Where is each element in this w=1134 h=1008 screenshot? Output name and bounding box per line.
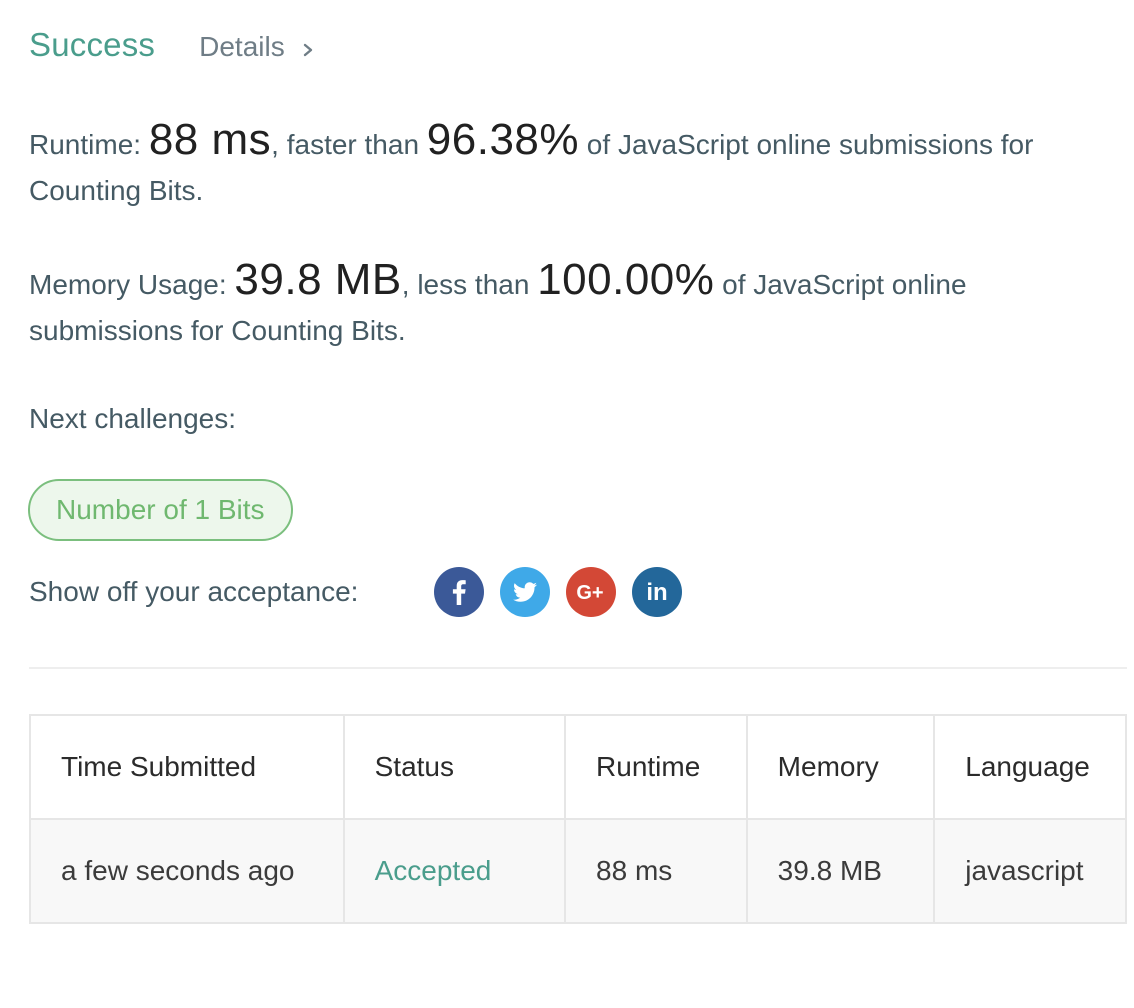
runtime-label: Runtime: [29,129,149,160]
memory-connector: , less than [401,269,538,300]
runtime-stat: Runtime: 88 ms, faster than 96.38% of Ja… [29,117,1109,214]
memory-stat: Memory Usage: 39.8 MB, less than 100.00%… [29,257,1109,354]
runtime-percent: 96.38% [426,115,580,164]
column-header-runtime: Runtime [564,714,748,820]
divider [29,667,1127,669]
cell-runtime: 88 ms [564,818,748,924]
memory-percent: 100.00% [537,255,715,304]
details-link[interactable]: Details [199,31,319,63]
facebook-icon[interactable] [434,567,484,617]
column-header-status: Status [342,714,567,820]
submission-result-page: Success Details Runtime: 88 ms, faster t… [0,0,1134,1008]
next-challenges-label: Next challenges: [29,403,237,434]
column-header-time-submitted: Time Submitted [29,714,345,820]
table-row: a few seconds ago Accepted 88 ms 39.8 MB… [29,818,1127,924]
cell-time-submitted: a few seconds ago [29,818,345,924]
share-row: Show off your acceptance: G+ in [29,566,698,618]
result-status-title: Success [29,26,156,63]
cell-language: javascript [933,818,1127,924]
submissions-table: Time Submitted Status Runtime Memory Lan… [29,714,1127,924]
linkedin-icon[interactable]: in [632,567,682,617]
svg-text:in: in [646,579,667,606]
memory-label: Memory Usage: [29,269,235,300]
column-header-memory: Memory [745,714,936,820]
column-header-language: Language [933,714,1127,820]
google-plus-icon[interactable]: G+ [566,567,616,617]
challenge-pill-number-of-1-bits[interactable]: Number of 1 Bits [28,479,293,541]
cell-memory: 39.8 MB [745,818,936,924]
svg-text:G+: G+ [576,582,603,604]
memory-value: 39.8 MB [234,255,402,304]
cell-status-accepted-link[interactable]: Accepted [342,818,567,924]
runtime-connector: , faster than [271,129,427,160]
table-header-row: Time Submitted Status Runtime Memory Lan… [29,714,1127,820]
twitter-icon[interactable] [500,567,550,617]
details-link-label: Details [199,31,285,62]
result-header: Success Details [29,26,319,64]
share-label: Show off your acceptance: [29,576,359,607]
chevron-right-icon [297,36,319,58]
runtime-value: 88 ms [148,115,272,164]
